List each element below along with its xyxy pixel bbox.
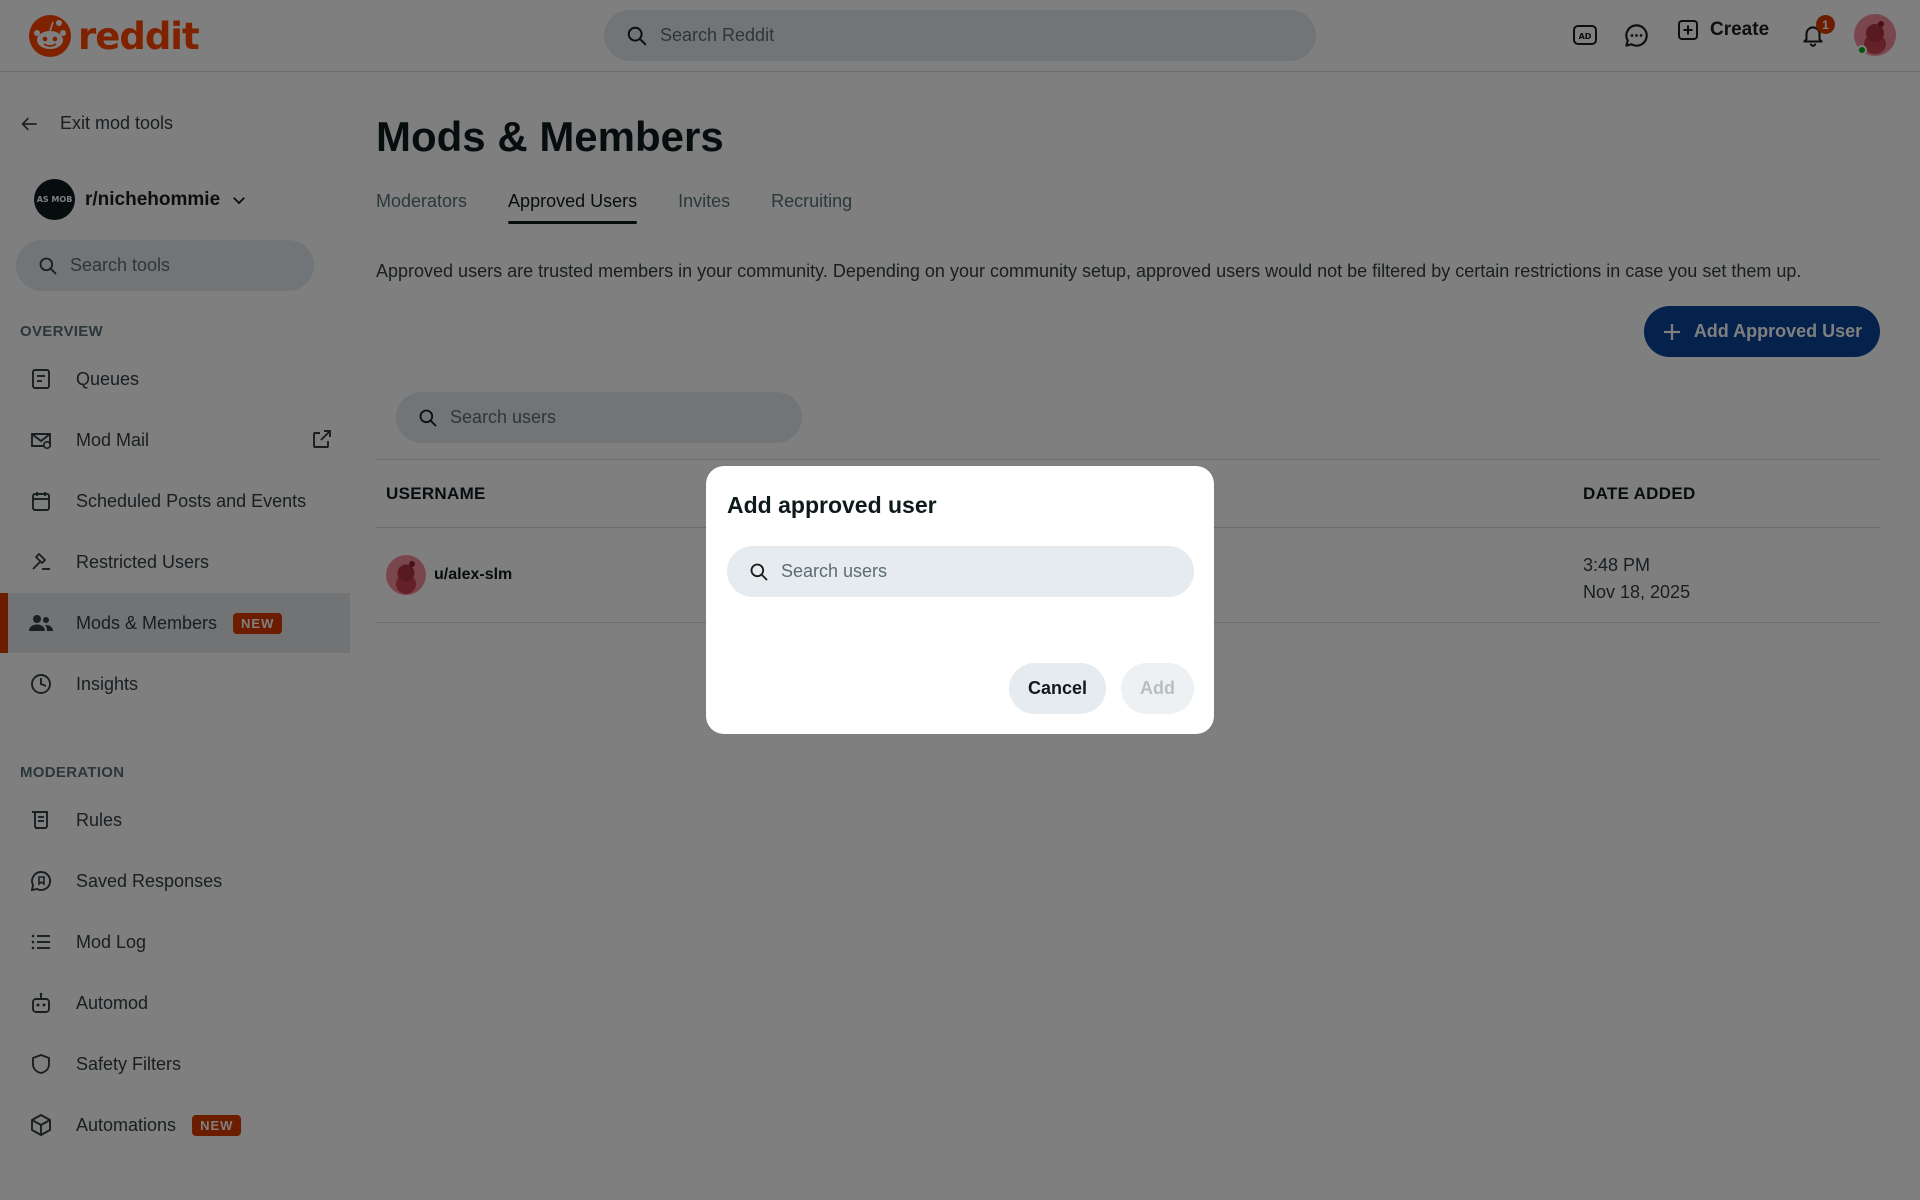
modal-search-bar[interactable] [727, 546, 1194, 597]
add-approved-user-modal: Add approved user Cancel Add [706, 466, 1214, 734]
modal-search-users-input[interactable] [781, 561, 1181, 582]
cancel-button[interactable]: Cancel [1009, 663, 1106, 714]
add-button[interactable]: Add [1121, 663, 1194, 714]
modal-title: Add approved user [727, 492, 937, 518]
search-icon [750, 563, 768, 580]
